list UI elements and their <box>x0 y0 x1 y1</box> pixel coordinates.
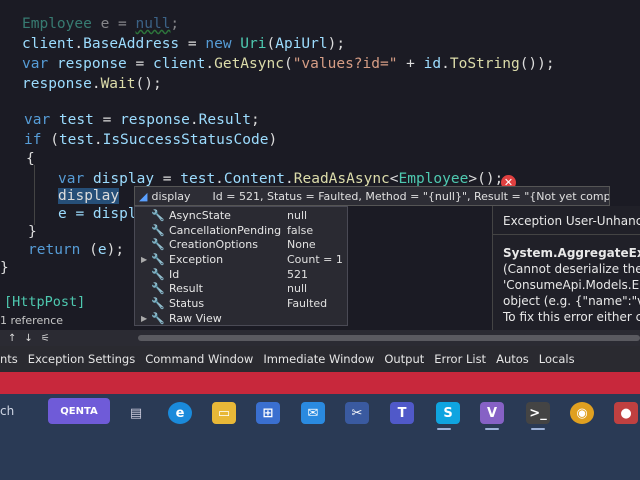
filter-icon[interactable]: ⚟ <box>41 333 50 344</box>
property-name: Status <box>169 296 205 310</box>
teams-icon[interactable]: T <box>390 402 414 424</box>
property-name: CreationOptions <box>169 238 258 252</box>
tab-error-list[interactable]: Error List <box>434 352 486 366</box>
task-view-icon[interactable]: ▤ <box>124 402 148 424</box>
taskbar: ch QENTA ▤ e ▭ ⊞ ✉ ✂ T S V >_ ◉ ● <box>0 394 640 480</box>
exception-header: Exception User-Unhanc <box>503 214 640 228</box>
property-value: None <box>287 238 316 252</box>
snipping-icon[interactable]: ✂ <box>345 402 369 424</box>
edge-icon[interactable]: e <box>168 402 192 424</box>
exception-helper: Exception User-Unhanc System.AggregateEx… <box>492 206 640 330</box>
datatip-header[interactable]: ◢ display Id = 521, Status = Faulted, Me… <box>134 186 610 206</box>
code-line: var response = client.GetAsync("values?i… <box>22 56 555 72</box>
datatip-row[interactable]: 🔧 AsyncState null <box>135 208 347 223</box>
visual-studio-icon[interactable]: V <box>480 402 504 424</box>
code-line: response.Wait(); <box>22 76 162 92</box>
tab-autos[interactable]: Autos <box>496 352 529 366</box>
terminal-icon[interactable]: >_ <box>526 402 550 424</box>
horizontal-scrollbar[interactable] <box>138 335 640 341</box>
search-box[interactable]: ch <box>0 404 32 426</box>
up-arrow-icon[interactable]: ↑ <box>8 333 16 344</box>
skype-icon[interactable]: S <box>436 402 460 424</box>
running-indicator <box>485 428 499 430</box>
code-line: var test = response.Result; <box>24 112 260 128</box>
datatip-summary: Id = 521, Status = Faulted, Method = "{n… <box>212 189 610 203</box>
expand-arrow-icon[interactable]: ▶ <box>141 255 151 264</box>
datatip-row[interactable]: 🔧 Result null <box>135 281 347 296</box>
divider <box>493 234 640 235</box>
code-line: var display = test.Content.ReadAsAsync<E… <box>58 171 504 187</box>
exception-line: 'ConsumeApi.Models.Er <box>503 278 640 292</box>
exception-line: To fix this error either ch <box>503 310 640 324</box>
property-name: Raw View <box>169 311 222 325</box>
property-value: false <box>287 223 314 237</box>
running-indicator <box>437 428 451 430</box>
code-line: } <box>28 224 37 240</box>
tool-window-tabs: nts Exception Settings Command Window Immed… <box>0 346 640 372</box>
status-bar <box>0 372 640 394</box>
property-value: null <box>287 282 308 296</box>
code-line: e = displ <box>58 206 137 222</box>
code-line: Employee e = null; <box>22 16 180 32</box>
tab-output[interactable]: Output <box>384 352 424 366</box>
reference-count[interactable]: 1 reference <box>0 314 63 327</box>
tab-nts[interactable]: nts <box>0 352 18 366</box>
property-icon: 🔧 <box>151 282 165 296</box>
app-icon[interactable]: ● <box>614 402 638 424</box>
property-name: AsyncState <box>169 208 231 222</box>
indent-guide <box>34 165 35 225</box>
file-explorer-icon[interactable]: ▭ <box>212 402 236 424</box>
tab-locals[interactable]: Locals <box>539 352 575 366</box>
datatip-row[interactable]: ▶ 🔧 Raw View <box>135 311 347 326</box>
code-line: if (test.IsSuccessStatusCode) <box>24 132 278 148</box>
property-icon: 🔧 <box>151 208 165 222</box>
down-arrow-icon[interactable]: ↓ <box>24 333 32 344</box>
tab-exception-settings[interactable]: Exception Settings <box>28 352 135 366</box>
code-line[interactable]: display <box>58 188 120 204</box>
expand-arrow-icon[interactable]: ▶ <box>141 314 151 323</box>
datatip-row[interactable]: 🔧 CancellationPending false <box>135 223 347 238</box>
exception-line: object (e.g. {"name":"val <box>503 294 640 308</box>
property-name: Id <box>169 267 180 281</box>
datatip-name: display <box>151 189 191 203</box>
datatip-row[interactable]: 🔧 CreationOptions None <box>135 237 347 252</box>
property-icon: 🔧 <box>151 238 165 252</box>
property-icon: 🔧 <box>151 267 165 281</box>
tab-command-window[interactable]: Command Window <box>145 352 253 366</box>
property-value: Count = 1 <box>287 252 343 266</box>
property-name: Result <box>169 282 203 296</box>
mail-icon[interactable]: ✉ <box>301 402 325 424</box>
datatip-rows: 🔧 AsyncState null 🔧 CancellationPending false… <box>134 206 348 326</box>
exception-type: System.AggregateExce <box>503 246 640 260</box>
code-line: } <box>0 260 9 276</box>
property-icon: 🔧 <box>151 311 165 325</box>
property-value: 521 <box>287 267 308 281</box>
expand-icon[interactable]: ◢ <box>139 189 147 203</box>
tab-immediate-window[interactable]: Immediate Window <box>263 352 374 366</box>
code-line: client.BaseAddress = new Uri(ApiUrl); <box>22 36 346 52</box>
property-icon: 🔧 <box>151 252 165 266</box>
datatip-row[interactable]: 🔧 Status Faulted <box>135 296 347 311</box>
code-line: return (e); <box>28 242 125 258</box>
property-value: null <box>287 208 308 222</box>
pinned-app-button[interactable]: QENTA <box>48 398 110 424</box>
running-indicator <box>531 428 545 430</box>
property-name: CancellationPending <box>169 223 282 237</box>
toolstrip: ↑ ↓ ⚟ <box>0 330 640 346</box>
datatip-row[interactable]: 🔧 Id 521 <box>135 267 347 282</box>
store-icon[interactable]: ⊞ <box>256 402 280 424</box>
code-line: [HttpPost] <box>4 294 86 310</box>
property-icon: 🔧 <box>151 223 165 237</box>
exception-line: (Cannot deserialize the <box>503 262 640 276</box>
datatip-row[interactable]: ▶ 🔧 Exception Count = 1 <box>135 252 347 267</box>
property-name: Exception <box>169 252 224 266</box>
property-icon: 🔧 <box>151 296 165 310</box>
property-value: Faulted <box>287 296 328 310</box>
chrome-icon[interactable]: ◉ <box>570 402 594 424</box>
